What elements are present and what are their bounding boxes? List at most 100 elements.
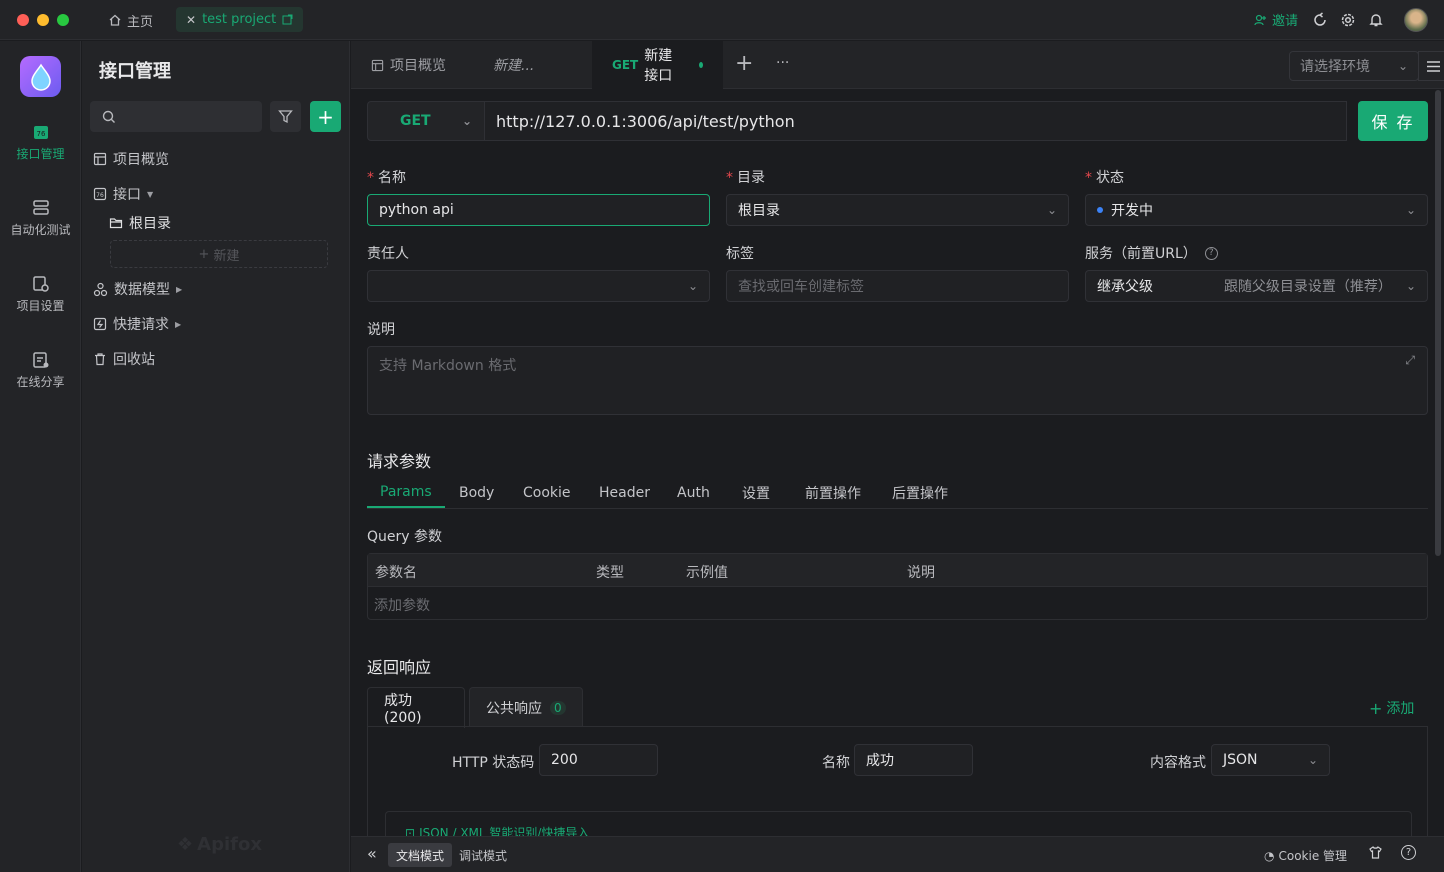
maximize-window-button[interactable] <box>57 14 69 26</box>
add-response-button[interactable]: + 添加 <box>1369 698 1414 718</box>
response-name-input[interactable]: 成功 <box>854 744 973 776</box>
api-icon: 76 <box>33 126 48 139</box>
sidebar-add-button[interactable]: + <box>310 101 341 132</box>
tab-new-api[interactable]: GET 新建接口 <box>592 41 723 89</box>
caret-right-icon[interactable]: ▶ <box>175 320 181 329</box>
owner-select[interactable]: ⌄ <box>367 270 710 302</box>
tag-input[interactable]: 查找或回车创建标签 <box>726 270 1069 302</box>
minimize-window-button[interactable] <box>37 14 49 26</box>
project-tab[interactable]: ✕ test project <box>176 7 304 32</box>
tab-params[interactable]: Params <box>367 478 445 508</box>
folder-icon <box>109 218 123 229</box>
service-label: 服务（前置URL） ? <box>1085 243 1218 263</box>
filter-button[interactable] <box>270 101 301 132</box>
tab-auth[interactable]: Auth <box>677 478 710 508</box>
tab-label: 公共响应 <box>486 700 542 717</box>
shirt-icon[interactable] <box>1368 845 1383 864</box>
bottom-bar: « 文档模式 调试模式 ◔ Cookie 管理 ? <box>351 836 1444 872</box>
svg-text:76: 76 <box>36 130 45 138</box>
status-select[interactable]: 开发中 ⌄ <box>1085 194 1428 226</box>
caret-right-icon[interactable]: ▶ <box>176 285 182 294</box>
chevron-down-icon: ⌄ <box>1046 203 1057 217</box>
tab-new-draft[interactable]: 新建... <box>473 41 554 89</box>
tab-settings[interactable]: 设置 <box>742 478 770 508</box>
sidebar-search-input[interactable] <box>90 101 262 132</box>
avatar[interactable] <box>1404 8 1428 32</box>
caret-down-icon[interactable]: ▼ <box>147 190 153 199</box>
tab-response-success[interactable]: 成功(200) <box>367 687 465 728</box>
directory-select[interactable]: 根目录 ⌄ <box>726 194 1069 226</box>
status-code-input[interactable]: 200 <box>539 744 658 776</box>
name-input[interactable]: python api <box>367 194 710 226</box>
tab-response-common[interactable]: 公共响应 0 <box>469 687 583 727</box>
collapse-sidebar-icon[interactable]: « <box>367 844 377 863</box>
chevron-down-icon: ⌄ <box>1405 203 1416 217</box>
bell-icon[interactable] <box>1366 10 1386 30</box>
rail-item-project-settings[interactable]: 项目设置 <box>0 275 81 314</box>
environment-select[interactable]: 请选择环境 ⌄ <box>1289 51 1419 81</box>
tab-post-operations[interactable]: 后置操作 <box>892 478 948 508</box>
new-button[interactable]: + 新建 <box>110 240 328 268</box>
method-value: GET <box>400 113 431 129</box>
tree-item-api[interactable]: 76 接口 ▼ <box>93 182 153 206</box>
help-icon[interactable]: ? <box>1401 845 1416 860</box>
search-icon <box>102 110 115 123</box>
sidebar: 接口管理 + 项目概览 76 接口 ▼ 根目录 + 新建 数据模型 ▶ 快捷请求… <box>82 41 350 872</box>
status-dot <box>1097 207 1103 213</box>
invite-label: 邀请 <box>1272 14 1299 29</box>
invite-button[interactable]: 邀请 <box>1253 10 1298 29</box>
debug-mode-button[interactable]: 调试模式 <box>451 843 515 867</box>
automation-icon <box>32 200 49 215</box>
tree-item-root-dir[interactable]: 根目录 <box>109 211 171 235</box>
title-bar: 主页 ✕ test project 邀请 <box>0 0 1444 40</box>
share-icon <box>32 352 48 368</box>
home-tab[interactable]: 主页 <box>100 8 161 32</box>
svg-text:76: 76 <box>96 192 104 199</box>
chevron-down-icon: ⌄ <box>1307 753 1318 767</box>
tree-item-label: 项目概览 <box>113 152 169 168</box>
save-button[interactable]: 保 存 <box>1358 101 1428 141</box>
column-header-type: 类型 <box>596 565 624 581</box>
url-input[interactable]: http://127.0.0.1:3006/api/test/python <box>485 101 1347 141</box>
external-link-icon[interactable] <box>282 14 293 25</box>
doc-mode-button[interactable]: 文档模式 <box>388 843 453 867</box>
rail-item-automation[interactable]: 自动化测试 <box>0 199 81 238</box>
tree-item-overview[interactable]: 项目概览 <box>93 147 169 171</box>
rail-item-label: 接口管理 <box>16 147 65 161</box>
cookie-manage-button[interactable]: ◔ Cookie 管理 <box>1264 847 1347 864</box>
expand-icon[interactable]: ⤢ <box>1405 353 1415 368</box>
tree-item-quick-request[interactable]: 快捷请求 ▶ <box>93 312 181 336</box>
sync-icon[interactable] <box>1310 10 1330 30</box>
menu-button[interactable] <box>1418 51 1444 81</box>
close-window-button[interactable] <box>17 14 29 26</box>
content-format-select[interactable]: JSON ⌄ <box>1211 744 1330 776</box>
tab-overview[interactable]: 项目概览 <box>351 41 466 89</box>
gear-icon[interactable] <box>1338 10 1358 30</box>
tree-item-recycle[interactable]: 回收站 <box>93 347 155 371</box>
column-header-description: 说明 <box>907 565 935 581</box>
tab-body[interactable]: Body <box>459 478 494 508</box>
name-label: * 名称 <box>367 170 406 186</box>
response-name-value: 成功 <box>866 753 894 769</box>
main-scrollbar[interactable] <box>1435 90 1441 556</box>
description-textarea[interactable]: 支持 Markdown 格式 ⤢ <box>367 346 1428 415</box>
tree-item-data-model[interactable]: 数据模型 ▶ <box>93 277 182 301</box>
rail-item-share[interactable]: 在线分享 <box>0 351 81 390</box>
add-tab-button[interactable]: + <box>735 53 753 75</box>
status-code-value: 200 <box>551 752 578 768</box>
rail-item-api[interactable]: 76 接口管理 <box>0 123 81 162</box>
service-select[interactable]: 继承父级 跟随父级目录设置（推荐） ⌄ <box>1085 270 1428 302</box>
overview-icon <box>371 59 384 71</box>
method-select[interactable]: GET ⌄ <box>367 101 485 141</box>
close-tab-icon[interactable]: ✕ <box>186 13 196 27</box>
add-param-input[interactable]: 添加参数 <box>374 595 430 615</box>
tab-pre-operations[interactable]: 前置操作 <box>805 478 861 508</box>
rail-item-label: 项目设置 <box>16 299 65 313</box>
tab-header[interactable]: Header <box>599 478 650 508</box>
data-model-icon <box>93 282 108 296</box>
help-icon[interactable]: ? <box>1204 246 1218 260</box>
more-tabs-button[interactable]: ··· <box>776 55 789 71</box>
tab-cookie[interactable]: Cookie <box>523 478 571 508</box>
trash-icon <box>95 353 105 366</box>
cookie-icon: ◔ <box>1264 848 1275 863</box>
